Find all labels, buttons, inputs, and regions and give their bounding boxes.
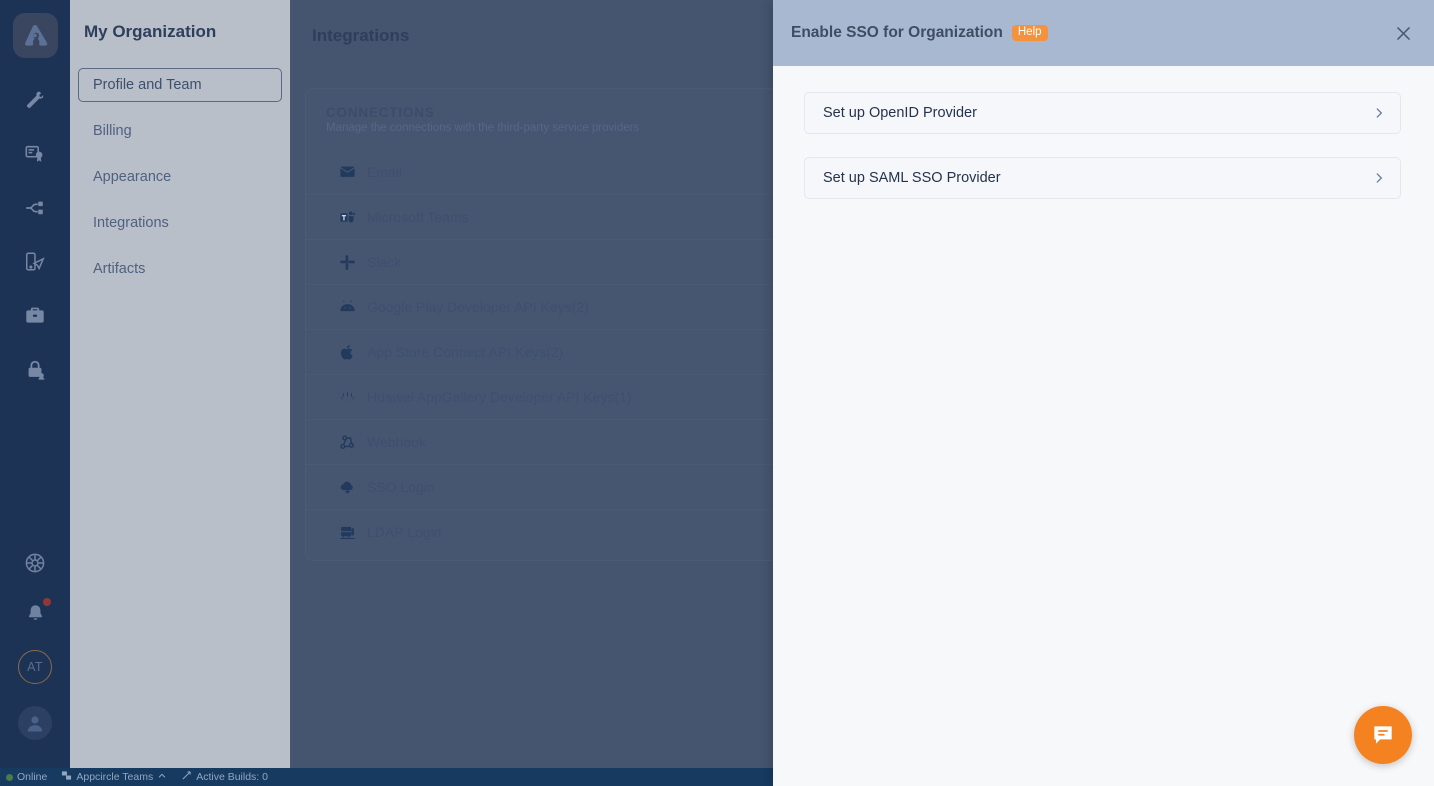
org-nav-title: My Organization — [84, 22, 217, 41]
distribute-icon[interactable] — [21, 193, 50, 222]
slack-icon — [339, 254, 356, 271]
status-team-label: Appcircle Teams — [76, 771, 154, 783]
chevron-right-icon — [1372, 171, 1386, 185]
modal-body: Set up OpenID Provider Set up SAML SSO P… — [773, 66, 1434, 199]
android-icon — [339, 299, 356, 316]
user-avatar[interactable] — [18, 706, 52, 740]
list-item-label: SSO Login — [367, 479, 435, 495]
setup-saml-sso-provider-button[interactable]: Set up SAML SSO Provider — [804, 157, 1401, 199]
notification-badge-dot — [42, 598, 51, 606]
list-item-label: Webhook — [367, 434, 426, 450]
list-item-label: LDAP Login — [367, 524, 442, 540]
list-item-label: Huawei AppGallery Developer API Keys(1) — [367, 389, 632, 405]
list-item-label: Email — [367, 163, 403, 180]
signing-identities-icon[interactable] — [21, 139, 50, 168]
organization-nav: My Organization Profile and Team Billing… — [70, 0, 290, 768]
list-item-label: App Store Connect API Keys(2) — [367, 344, 564, 360]
option-label: Set up SAML SSO Provider — [823, 170, 1001, 186]
team-icon — [61, 770, 72, 784]
status-online-label: Online — [17, 771, 48, 783]
status-bar: Online Appcircle Teams Active Builds: 0 — [0, 768, 773, 786]
rail-bottom-group: AT — [0, 548, 70, 740]
sidebar-item-profile-and-team[interactable]: Profile and Team — [78, 68, 282, 102]
list-item-label: Google Play Developer API Keys(2) — [367, 299, 589, 315]
email-icon — [339, 163, 356, 180]
enterprise-store-icon[interactable] — [21, 301, 50, 330]
enable-sso-modal: Enable SSO for Organization Help Set up … — [773, 0, 1434, 786]
online-dot-icon — [6, 773, 13, 781]
microsoft-teams-icon — [339, 209, 356, 226]
apple-icon — [339, 344, 356, 361]
sso-cloud-icon — [339, 479, 356, 496]
sidebar-item-integrations[interactable]: Integrations — [78, 206, 282, 240]
status-online[interactable]: Online — [6, 771, 47, 783]
sidebar-item-artifacts[interactable]: Artifacts — [78, 252, 282, 286]
help-badge[interactable]: Help — [1011, 24, 1048, 42]
chevron-right-icon — [1372, 106, 1386, 120]
status-active-builds[interactable]: Active Builds: 0 — [181, 770, 268, 784]
setup-openid-provider-button[interactable]: Set up OpenID Provider — [804, 92, 1401, 134]
publish-lock-icon[interactable] — [21, 355, 50, 384]
status-builds-label: Active Builds: 0 — [196, 771, 268, 783]
chat-support-button[interactable] — [1354, 706, 1412, 764]
settings-gear-icon[interactable] — [21, 548, 50, 577]
left-nav-rail: AT — [0, 0, 70, 768]
list-item-label: Microsoft Teams — [367, 209, 469, 225]
huawei-icon — [339, 389, 356, 406]
ldap-server-icon — [339, 524, 356, 541]
build-hammer-icon — [181, 770, 192, 784]
testing-distribution-icon[interactable] — [21, 247, 50, 276]
sidebar-item-appearance[interactable]: Appearance — [78, 160, 282, 194]
appcircle-logo[interactable] — [12, 13, 58, 58]
chevron-up-icon[interactable] — [157, 771, 167, 784]
notifications-bell-icon[interactable] — [21, 598, 51, 628]
webhook-icon — [339, 434, 356, 451]
sidebar-item-billing[interactable]: Billing — [78, 114, 282, 148]
app-root: AT My Organization Profile and Team Bill… — [0, 0, 1434, 786]
modal-title: Enable SSO for Organization — [791, 24, 1003, 41]
list-item-label: Slack — [367, 254, 402, 270]
rail-icon-list — [21, 85, 50, 384]
build-icon[interactable] — [21, 85, 50, 114]
close-icon[interactable] — [1390, 20, 1416, 46]
org-nav-list: Profile and Team Billing Appearance Inte… — [70, 68, 290, 286]
organization-avatar[interactable]: AT — [18, 650, 52, 684]
option-label: Set up OpenID Provider — [823, 105, 977, 121]
modal-header: Enable SSO for Organization Help — [773, 0, 1434, 66]
status-team[interactable]: Appcircle Teams — [61, 770, 167, 784]
